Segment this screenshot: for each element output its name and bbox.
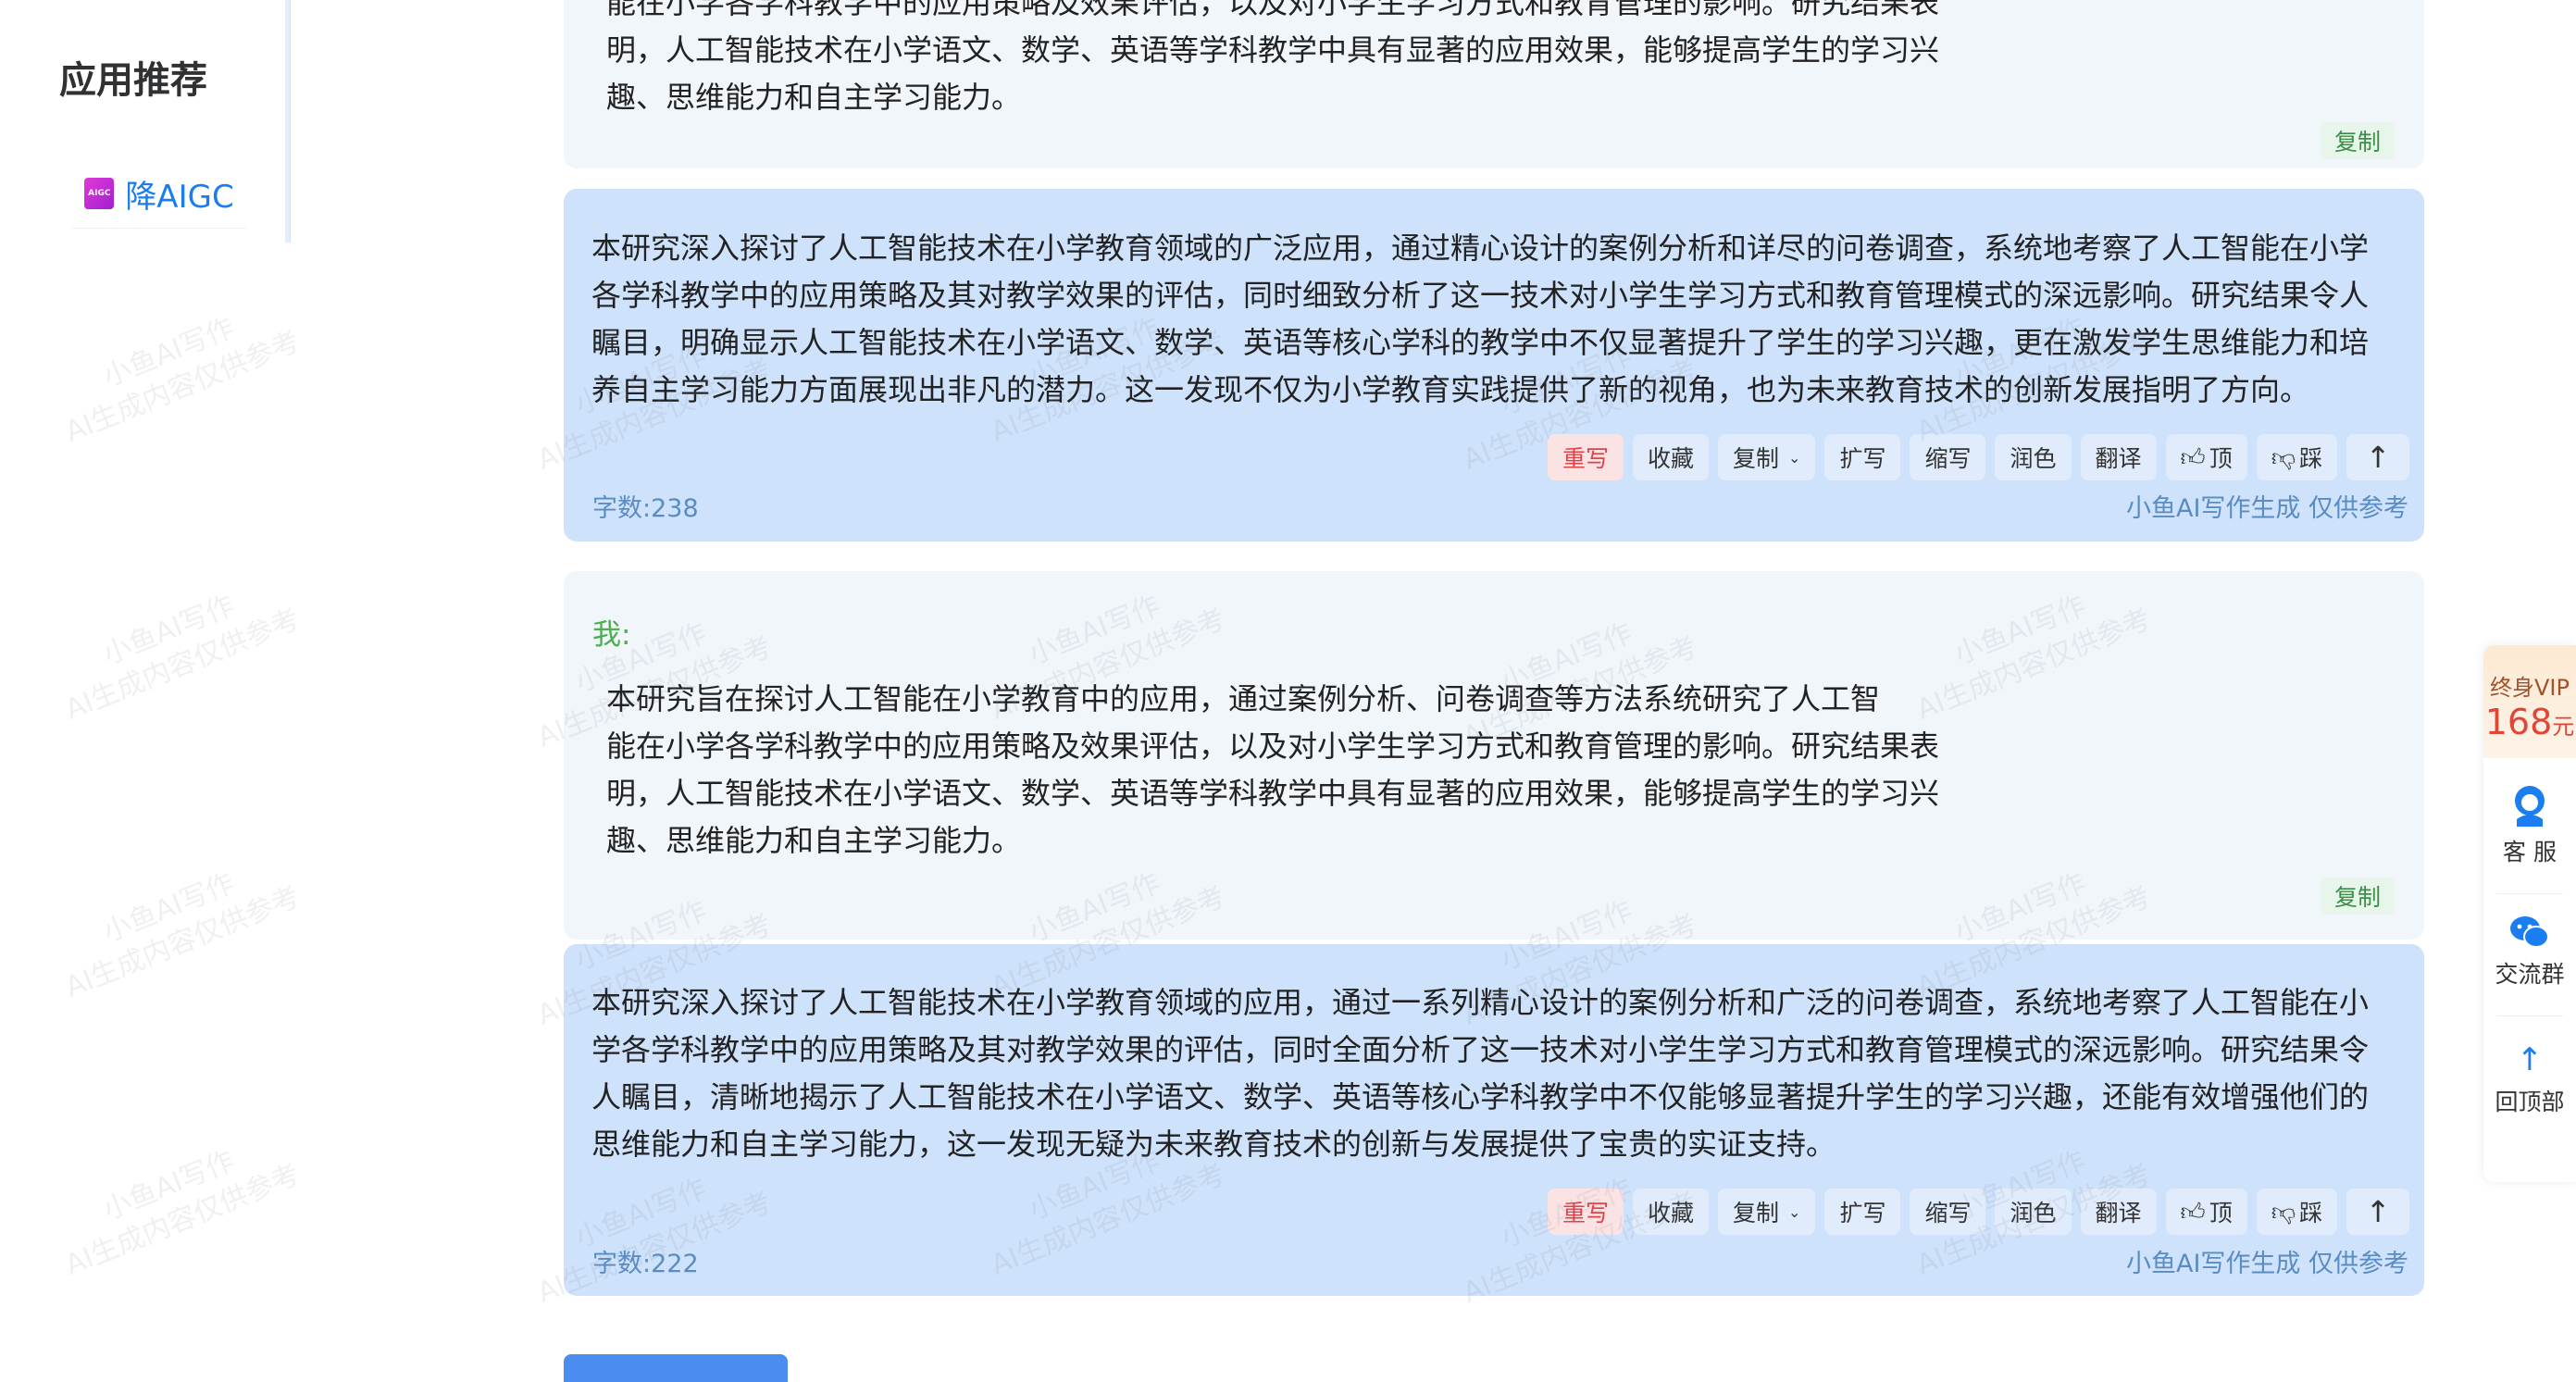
text-line: 瞩目，明确显示人工智能技术在小学语文、数学、英语等核心学科的教学中不仅显著提升了…	[591, 325, 2370, 360]
thumbs-up-icon: 👍︎	[2180, 1198, 2206, 1226]
customer-service-button[interactable]: 客 服	[2483, 782, 2576, 867]
ai-response-text: 本研究深入探讨了人工智能技术在小学教育领域的广泛应用，通过精心设计的案例分析和详…	[591, 225, 2373, 414]
dislike-button[interactable]: 👎︎ 踩	[2256, 1189, 2338, 1235]
text-line: 人瞩目，清晰地揭示了人工智能技术在小学语文、数学、英语等核心学科教学中不仅能够显…	[591, 1079, 2370, 1114]
polish-button[interactable]: 润色	[1995, 434, 2072, 480]
scroll-up-button[interactable]: ↑	[2346, 434, 2410, 480]
wechat-icon	[2510, 916, 2549, 948]
divider	[2496, 893, 2563, 894]
copy-dropdown-button[interactable]: 复制 ⌄	[1718, 1189, 1816, 1235]
text-line: 本研究深入探讨了人工智能技术在小学教育领域的应用，通过一系列精心设计的案例分析和…	[591, 985, 2370, 1020]
response-toolbar: 重写 收藏 复制 ⌄ 扩写 缩写 润色 翻译 👍︎ 顶 👎︎ 踩 ↑	[1548, 434, 2410, 480]
text-line: 能在小学各学科教学中的应用策略及效果评估，以及对小学生学习方式和教育管理的影响。…	[606, 0, 1940, 20]
thumbs-down-icon: 👎︎	[2271, 1198, 2296, 1226]
text-line: 思维能力和自主学习能力，这一发现无疑为未来教育技术的创新与发展提供了宝贵的实证支…	[591, 1127, 1836, 1162]
sidebar-title: 应用推荐	[59, 59, 207, 102]
sidebar-scrollbar[interactable]	[285, 0, 291, 243]
like-label: 顶	[2209, 1200, 2233, 1226]
expand-button[interactable]: 扩写	[1824, 1189, 1901, 1235]
polish-button[interactable]: 润色	[1995, 1189, 2072, 1235]
copy-label: 复制	[1733, 1200, 1780, 1226]
favorite-button[interactable]: 收藏	[1633, 1189, 1710, 1235]
dislike-label: 踩	[2299, 445, 2323, 472]
text-line: 明，人工智能技术在小学语文、数学、英语等学科教学中具有显著的应用效果，能够提高学…	[606, 776, 1940, 811]
copy-button[interactable]: 复制	[2321, 878, 2395, 915]
text-line: 趣、思维能力和自主学习能力。	[606, 80, 1022, 115]
divider	[2496, 1015, 2563, 1016]
scroll-up-button[interactable]: ↑	[2346, 1189, 2410, 1235]
like-button[interactable]: 👍︎ 顶	[2165, 1189, 2247, 1235]
ai-source-note: 小鱼AI写作生成 仅供参考	[2125, 1250, 2408, 1278]
dislike-label: 踩	[2299, 1200, 2323, 1226]
text-line: 养自主学习能力方面展现出非凡的潜力。这一发现不仅为小学教育实践提供了新的视角，也…	[591, 372, 2310, 407]
arrow-up-icon: ↑	[2516, 1041, 2544, 1078]
rewrite-button[interactable]: 重写	[1548, 1189, 1624, 1235]
customer-service-label: 客 服	[2503, 839, 2557, 865]
primary-action-button[interactable]	[564, 1354, 788, 1382]
user-message-text: 本研究旨在探讨人工智能在小学教育中的应用，通过案例分析、问卷调查等方法系统研究了…	[606, 676, 1948, 865]
watermark-text: 小鱼AI写作AI生成内容仅供参考	[60, 589, 305, 727]
word-count: 字数:222	[592, 1250, 699, 1278]
watermark-text: 小鱼AI写作AI生成内容仅供参考	[60, 1144, 305, 1282]
text-line: 趣、思维能力和自主学习能力。	[606, 823, 1022, 858]
text-line: 明，人工智能技术在小学语文、数学、英语等学科教学中具有显著的应用效果，能够提高学…	[606, 32, 1940, 68]
arrow-up-icon: ↑	[2365, 1194, 2391, 1229]
copy-button[interactable]: 复制	[2321, 122, 2395, 159]
thumbs-down-icon: 👎︎	[2271, 443, 2296, 472]
chevron-down-icon: ⌄	[1788, 1202, 1801, 1221]
vip-price-value: 168	[2484, 702, 2553, 742]
shorten-button[interactable]: 缩写	[1910, 434, 1986, 480]
ai-source-note: 小鱼AI写作生成 仅供参考	[2125, 494, 2408, 523]
headset-icon	[2515, 786, 2545, 827]
favorite-button[interactable]: 收藏	[1633, 434, 1710, 480]
user-label: 我:	[592, 618, 631, 652]
text-line: 能在小学各学科教学中的应用策略及效果评估，以及对小学生学习方式和教育管理的影响。…	[606, 728, 1940, 764]
back-to-top-button[interactable]: ↑ 回顶部	[2483, 1041, 2576, 1117]
chat-group-label: 交流群	[2495, 961, 2565, 988]
translate-button[interactable]: 翻译	[2080, 434, 2157, 480]
sidebar-item-label: 降AIGC	[125, 178, 234, 216]
ai-response-text: 本研究深入探讨了人工智能技术在小学教育领域的应用，通过一系列精心设计的案例分析和…	[591, 979, 2373, 1168]
sidebar-item-reduce-aigc[interactable]: AIGC 降AIGC	[72, 159, 246, 229]
vip-label: 终身VIP	[2490, 675, 2570, 701]
text-line: 学各学科教学中的应用策略及其对教学效果的评估，同时全面分析了这一技术对小学生学习…	[591, 1032, 2370, 1067]
text-line: 各学科教学中的应用策略及其对教学效果的评估，同时细致分析了这一技术对小学生学习方…	[591, 278, 2370, 313]
text-line: 本研究深入探讨了人工智能技术在小学教育领域的广泛应用，通过精心设计的案例分析和详…	[591, 230, 2370, 266]
shorten-button[interactable]: 缩写	[1910, 1189, 1986, 1235]
aigc-icon: AIGC	[84, 178, 115, 209]
back-to-top-label: 回顶部	[2495, 1089, 2565, 1115]
vip-price: 168元	[2483, 702, 2576, 747]
like-button[interactable]: 👍︎ 顶	[2165, 434, 2247, 480]
app-recommend-sidebar: 应用推荐 AIGC 降AIGC	[0, 0, 289, 243]
chat-group-button[interactable]: 交流群	[2483, 914, 2576, 990]
rewrite-button[interactable]: 重写	[1548, 434, 1624, 480]
vip-promo[interactable]: 终身VIP 168元	[2483, 645, 2576, 758]
like-label: 顶	[2209, 445, 2233, 472]
right-float-bar: 终身VIP 168元 客 服 交流群 ↑ 回顶部	[2483, 645, 2576, 1182]
copy-dropdown-button[interactable]: 复制 ⌄	[1718, 434, 1816, 480]
copy-label: 复制	[1733, 445, 1780, 472]
watermark-text: 小鱼AI写作AI生成内容仅供参考	[60, 311, 305, 449]
text-line: 本研究旨在探讨人工智能在小学教育中的应用，通过案例分析、问卷调查等方法系统研究了…	[606, 681, 1881, 716]
chevron-down-icon: ⌄	[1788, 448, 1801, 467]
vip-price-unit: 元	[2552, 714, 2575, 740]
user-message-text: 能在小学各学科教学中的应用策略及效果评估，以及对小学生学习方式和教育管理的影响。…	[606, 0, 1948, 121]
thumbs-up-icon: 👍︎	[2180, 443, 2206, 472]
response-toolbar: 重写 收藏 复制 ⌄ 扩写 缩写 润色 翻译 👍︎ 顶 👎︎ 踩 ↑	[1548, 1189, 2410, 1235]
arrow-up-icon: ↑	[2365, 440, 2391, 475]
dislike-button[interactable]: 👎︎ 踩	[2256, 434, 2338, 480]
expand-button[interactable]: 扩写	[1824, 434, 1901, 480]
word-count: 字数:238	[592, 494, 699, 523]
translate-button[interactable]: 翻译	[2080, 1189, 2157, 1235]
watermark-text: 小鱼AI写作AI生成内容仅供参考	[60, 866, 305, 1004]
